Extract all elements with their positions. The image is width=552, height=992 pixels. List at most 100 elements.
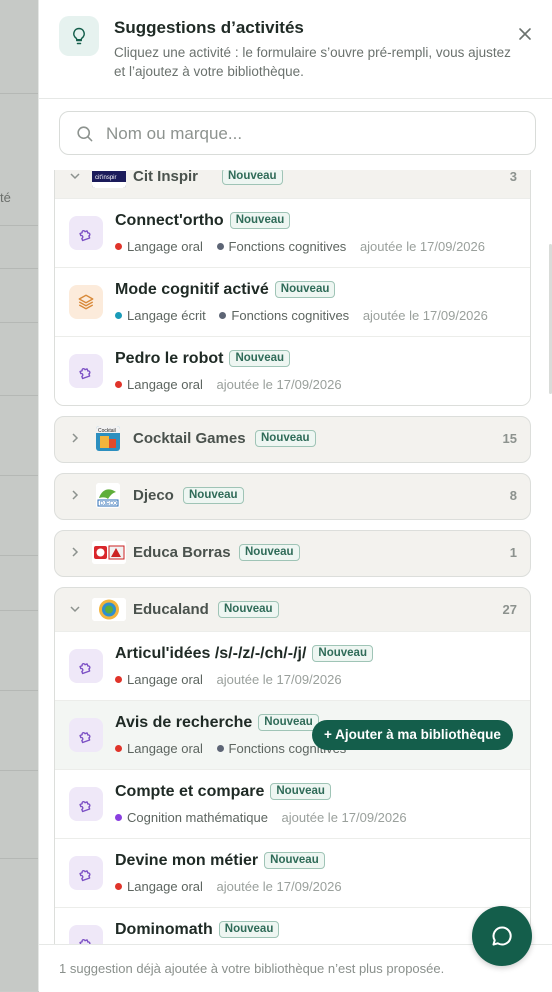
chat-bubble-icon [492,926,512,946]
puzzle-icon [69,354,103,388]
category-dot [216,243,224,250]
category-dot [115,243,122,250]
group-header[interactable]: Cocktail Cocktail Games Nouveau 15 [55,417,530,460]
drawer-header: Suggestions d’activités Cliquez une acti… [39,0,552,99]
activity-name: Mode cognitif activé [115,281,269,298]
category-dot [115,745,122,752]
group-djeco[interactable]: DJECO Djeco Nouveau 8 [54,473,531,520]
category-tag: Langage oral [127,239,203,254]
category-dot [115,814,122,821]
new-badge: Nouveau [258,714,319,732]
puzzle-icon [69,856,103,890]
new-badge: Nouveau [218,601,279,618]
activity-name: Connect'ortho [115,212,224,229]
activity-item[interactable]: Dominomath Nouveau [55,907,530,945]
added-date: ajoutée le 17/09/2026 [216,672,342,687]
svg-text:Cocktail: Cocktail [98,428,116,434]
djeco-logo: DJECO [96,483,120,508]
chevron-down-icon [70,173,80,180]
category-dot [115,883,122,890]
group-count: 3 [509,170,517,184]
search-icon [75,124,94,148]
group-header[interactable]: DJECO Djeco Nouveau 8 [55,474,530,517]
activity-item-hovered[interactable]: Avis de recherche Nouveau Langage oral Fo… [55,700,530,769]
chevron-right-icon [72,433,79,443]
activity-name: Devine mon métier [115,852,259,869]
activity-item[interactable]: Pedro le robot Nouveau Langage oral ajout… [55,336,530,405]
group-name: Djeco [133,487,174,504]
puzzle-icon [69,925,103,945]
chevron-right-icon [72,490,79,500]
added-date: ajoutée le 17/09/2026 [362,308,488,323]
new-badge: Nouveau [312,645,373,663]
category-tag: Langage oral [127,672,203,687]
group-cocktail-games[interactable]: Cocktail Cocktail Games Nouveau 15 [54,416,531,463]
category-dot [115,312,122,319]
drawer-subtitle: Cliquez une activité : le formulaire s’o… [114,45,511,79]
new-badge: Nouveau [183,487,244,504]
search-field[interactable] [59,111,536,155]
search-input[interactable] [104,120,528,148]
activity-item[interactable]: Connect'ortho Nouveau Langage oral Foncti… [55,198,530,267]
category-tag: Cognition mathématique [127,810,268,825]
new-badge: Nouveau [222,170,283,185]
new-badge: Nouveau [229,350,291,368]
group-count: 8 [509,488,517,503]
activity-item[interactable]: Articul'idées /s/-/z/-/ch/-/j/Nouveau La… [55,631,530,700]
chevron-right-icon [72,547,79,557]
activity-name: Pedro le robot [115,350,224,367]
puzzle-icon [69,649,103,683]
suggestions-drawer: Suggestions d’activités Cliquez une acti… [38,0,552,992]
background-text-fragment: té [0,190,11,205]
chat-button[interactable] [472,906,532,966]
layers-icon [69,285,103,319]
drawer-title: Suggestions d’activités [114,18,304,37]
group-name: Educa Borras [133,544,231,561]
new-badge: Nouveau [264,852,325,870]
category-dot [219,312,227,319]
lightbulb-icon [59,16,99,56]
close-icon[interactable] [515,24,535,44]
activity-name: Articul'idées /s/-/z/-/ch/-/j/ [115,645,307,662]
background-page: té [0,0,40,991]
footer-note: 1 suggestion déjà ajoutée à votre biblio… [59,961,445,976]
activity-item[interactable]: Compte et compare Nouveau Cognition mathé… [55,769,530,838]
activity-item[interactable]: Devine mon métier Nouveau Langage oral aj… [55,838,530,907]
group-name: Educaland [133,601,209,618]
educa-borras-logo [92,541,126,564]
add-to-library-button[interactable]: + Ajouter à ma bibliothèque [312,720,513,750]
added-date: ajoutée le 17/09/2026 [359,239,485,254]
category-dot [216,745,224,752]
new-badge: Nouveau [270,783,331,801]
category-tag: Langage écrit [127,308,206,323]
puzzle-icon [69,216,103,250]
svg-text:cit'inspir: cit'inspir [95,175,116,181]
group-header[interactable]: cit'inspir Cit Inspir Nouveau 3 [55,170,530,198]
activity-name: Compte et compare [115,783,265,800]
category-tag: Fonctions cognitives [231,308,350,323]
suggestion-list: cit'inspir Cit Inspir Nouveau 3 Connect'… [39,170,552,945]
category-dot [115,381,122,388]
activity-name: Avis de recherche [115,714,253,731]
group-cit-inspir: cit'inspir Cit Inspir Nouveau 3 Connect'… [54,170,531,406]
group-header[interactable]: Educa Borras Nouveau 1 [55,531,530,574]
new-badge: Nouveau [229,212,291,230]
new-badge: Nouveau [218,921,280,939]
activity-item[interactable]: Mode cognitif activé Nouveau Langage écri… [55,267,530,336]
group-educaland: Educaland Nouveau 27 Articul'idées /s/-/… [54,587,531,945]
group-count: 27 [502,602,517,617]
category-tag: Fonctions cognitives [228,239,347,254]
educaland-logo [92,598,126,621]
cit-inspir-logo: cit'inspir [92,170,126,188]
add-to-library-label: Ajouter à ma bibliothèque [335,727,501,742]
group-educa-borras[interactable]: Educa Borras Nouveau 1 [54,530,531,577]
puzzle-icon [69,787,103,821]
new-badge: Nouveau [255,430,316,447]
group-header[interactable]: Educaland Nouveau 27 [55,588,530,631]
puzzle-icon [69,718,103,752]
drawer-footer: 1 suggestion déjà ajoutée à votre biblio… [39,944,552,992]
activity-name: Dominomath [115,921,213,938]
added-date: ajoutée le 17/09/2026 [216,377,342,392]
svg-text:DJECO: DJECO [100,501,117,507]
added-date: ajoutée le 17/09/2026 [216,879,342,894]
